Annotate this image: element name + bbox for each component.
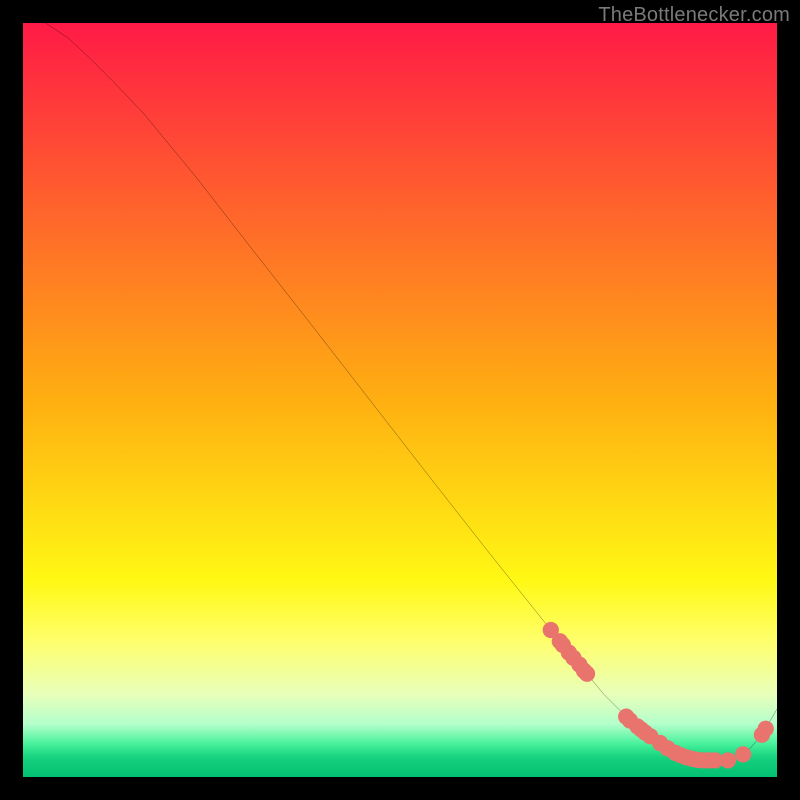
fit-point: [720, 752, 736, 768]
fit-point: [579, 666, 595, 682]
fit-point: [758, 721, 774, 737]
bottleneck-chart: [23, 23, 777, 777]
plot-area: [23, 23, 777, 777]
chart-stage: TheBottlenecker.com: [0, 0, 800, 800]
fit-point: [735, 746, 751, 762]
